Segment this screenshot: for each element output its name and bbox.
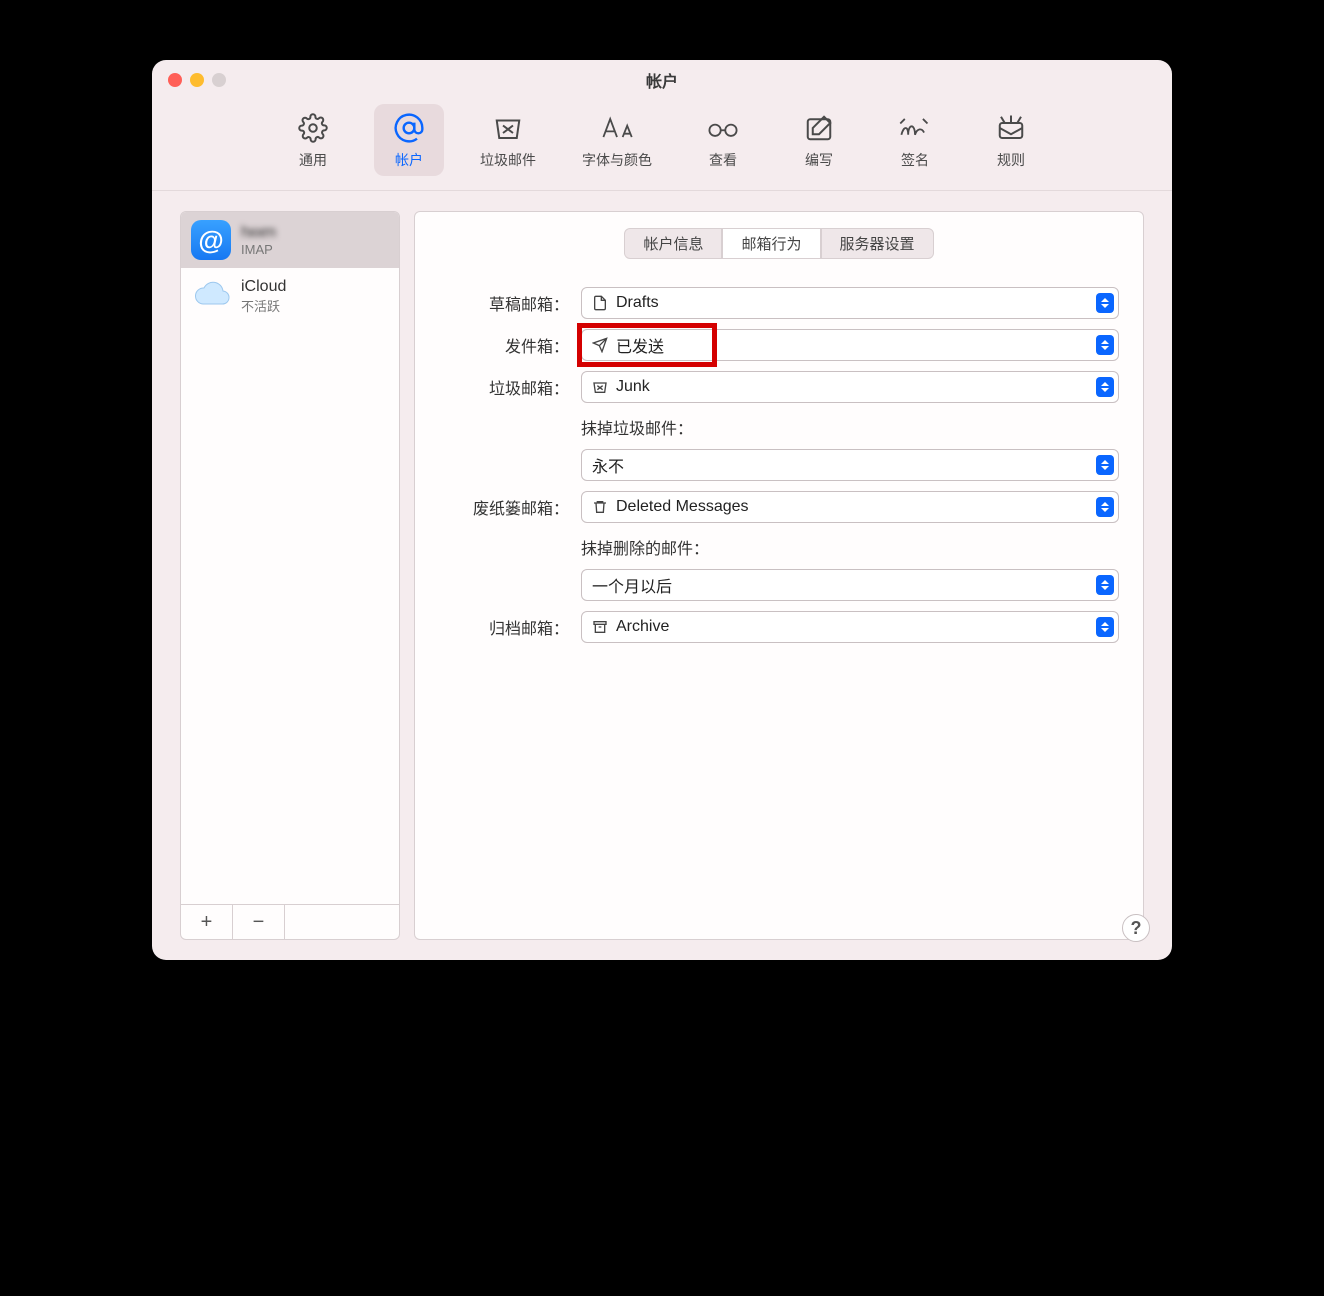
junk-label: 垃圾邮箱： xyxy=(439,375,569,399)
toolbar-accounts[interactable]: 帐户 xyxy=(374,104,444,176)
archive-value: Archive xyxy=(616,618,669,636)
account-subtitle: IMAP xyxy=(241,242,275,257)
archive-dropdown[interactable]: Archive xyxy=(581,611,1119,643)
chevron-updown-icon xyxy=(1096,497,1114,517)
sidebar-actions: + − xyxy=(181,904,399,939)
chevron-updown-icon xyxy=(1096,575,1114,595)
at-icon xyxy=(391,110,427,146)
content-area: @ hxxm IMAP iCloud 不活跃 + xyxy=(152,191,1172,960)
account-name: hxxm xyxy=(241,224,275,242)
toolbar-fonts[interactable]: 字体与颜色 xyxy=(572,104,662,176)
chevron-updown-icon xyxy=(1096,455,1114,475)
toolbar-label: 签名 xyxy=(901,150,929,170)
drafts-dropdown[interactable]: Drafts xyxy=(581,287,1119,319)
mailbox-behaviors-form: 草稿邮箱： Drafts 发件箱： xyxy=(439,287,1119,643)
fonts-icon xyxy=(599,110,635,146)
compose-icon xyxy=(801,110,837,146)
toolbar-label: 字体与颜色 xyxy=(582,150,652,170)
chevron-updown-icon xyxy=(1096,377,1114,397)
bin-icon xyxy=(592,379,608,395)
trash-value: Deleted Messages xyxy=(616,498,749,516)
toolbar-label: 帐户 xyxy=(395,150,423,170)
account-row-icloud[interactable]: iCloud 不活跃 xyxy=(181,268,399,324)
sent-label: 发件箱： xyxy=(439,333,569,357)
archive-label: 归档邮箱： xyxy=(439,615,569,639)
account-name: iCloud xyxy=(241,278,286,296)
glasses-icon xyxy=(705,110,741,146)
erase-trash-value: 一个月以后 xyxy=(592,573,672,597)
zoom-window-button[interactable] xyxy=(212,73,226,87)
toolbar-label: 查看 xyxy=(709,150,737,170)
junk-value: Junk xyxy=(616,378,650,396)
toolbar-label: 垃圾邮件 xyxy=(480,150,536,170)
at-icon: @ xyxy=(191,220,231,260)
remove-account-button[interactable]: − xyxy=(233,905,285,939)
trash-icon xyxy=(592,499,608,515)
archive-icon xyxy=(592,619,608,635)
rules-icon xyxy=(993,110,1029,146)
document-icon xyxy=(592,295,608,311)
window-title: 帐户 xyxy=(152,68,1172,92)
tab-mailbox-behaviors[interactable]: 邮箱行为 xyxy=(722,228,820,259)
toolbar-label: 编写 xyxy=(805,150,833,170)
toolbar-label: 通用 xyxy=(299,150,327,170)
toolbar-label: 规则 xyxy=(997,150,1025,170)
close-window-button[interactable] xyxy=(168,73,182,87)
toolbar-viewing[interactable]: 查看 xyxy=(688,104,758,176)
add-account-button[interactable]: + xyxy=(181,905,233,939)
signature-icon xyxy=(897,110,933,146)
gear-icon xyxy=(295,110,331,146)
toolbar-rules[interactable]: 规则 xyxy=(976,104,1046,176)
drafts-value: Drafts xyxy=(616,294,659,312)
junk-dropdown[interactable]: Junk xyxy=(581,371,1119,403)
chevron-updown-icon xyxy=(1096,293,1114,313)
account-row-imap[interactable]: @ hxxm IMAP xyxy=(181,212,399,268)
toolbar-junk[interactable]: 垃圾邮件 xyxy=(470,104,546,176)
sent-value: 已发送 xyxy=(616,333,664,357)
erase-junk-dropdown[interactable]: 永不 xyxy=(581,449,1119,481)
preferences-toolbar: 通用 帐户 垃圾邮件 字体与颜色 查看 xyxy=(152,100,1172,191)
account-list: @ hxxm IMAP iCloud 不活跃 xyxy=(181,212,399,904)
traffic-lights xyxy=(168,73,226,87)
paperplane-icon xyxy=(592,337,608,353)
drafts-label: 草稿邮箱： xyxy=(439,291,569,315)
toolbar-composing[interactable]: 编写 xyxy=(784,104,854,176)
account-subtitle: 不活跃 xyxy=(241,296,286,315)
trash-dropdown[interactable]: Deleted Messages xyxy=(581,491,1119,523)
accounts-sidebar: @ hxxm IMAP iCloud 不活跃 + xyxy=(180,211,400,940)
tab-server-settings[interactable]: 服务器设置 xyxy=(821,228,934,259)
tab-account-info[interactable]: 帐户信息 xyxy=(624,228,722,259)
titlebar: 帐户 xyxy=(152,60,1172,100)
erase-junk-value: 永不 xyxy=(592,453,624,477)
erase-trash-dropdown[interactable]: 一个月以后 xyxy=(581,569,1119,601)
trash-label: 废纸篓邮箱： xyxy=(439,495,569,519)
erase-trash-label: 抹掉删除的邮件： xyxy=(581,535,1119,559)
erase-junk-label: 抹掉垃圾邮件： xyxy=(581,415,1119,439)
preferences-window: 帐户 通用 帐户 垃圾邮件 字体与颜色 xyxy=(152,60,1172,960)
main-panel: 帐户信息 邮箱行为 服务器设置 草稿邮箱： Drafts 发件箱： xyxy=(414,211,1144,940)
cloud-icon xyxy=(191,276,231,316)
tabs: 帐户信息 邮箱行为 服务器设置 xyxy=(439,228,1119,259)
minimize-window-button[interactable] xyxy=(190,73,204,87)
help-button[interactable]: ? xyxy=(1122,914,1150,942)
chevron-updown-icon xyxy=(1096,335,1114,355)
chevron-updown-icon xyxy=(1096,617,1114,637)
toolbar-general[interactable]: 通用 xyxy=(278,104,348,176)
sent-dropdown[interactable]: 已发送 xyxy=(581,329,1119,361)
bin-icon xyxy=(490,110,526,146)
toolbar-signatures[interactable]: 签名 xyxy=(880,104,950,176)
